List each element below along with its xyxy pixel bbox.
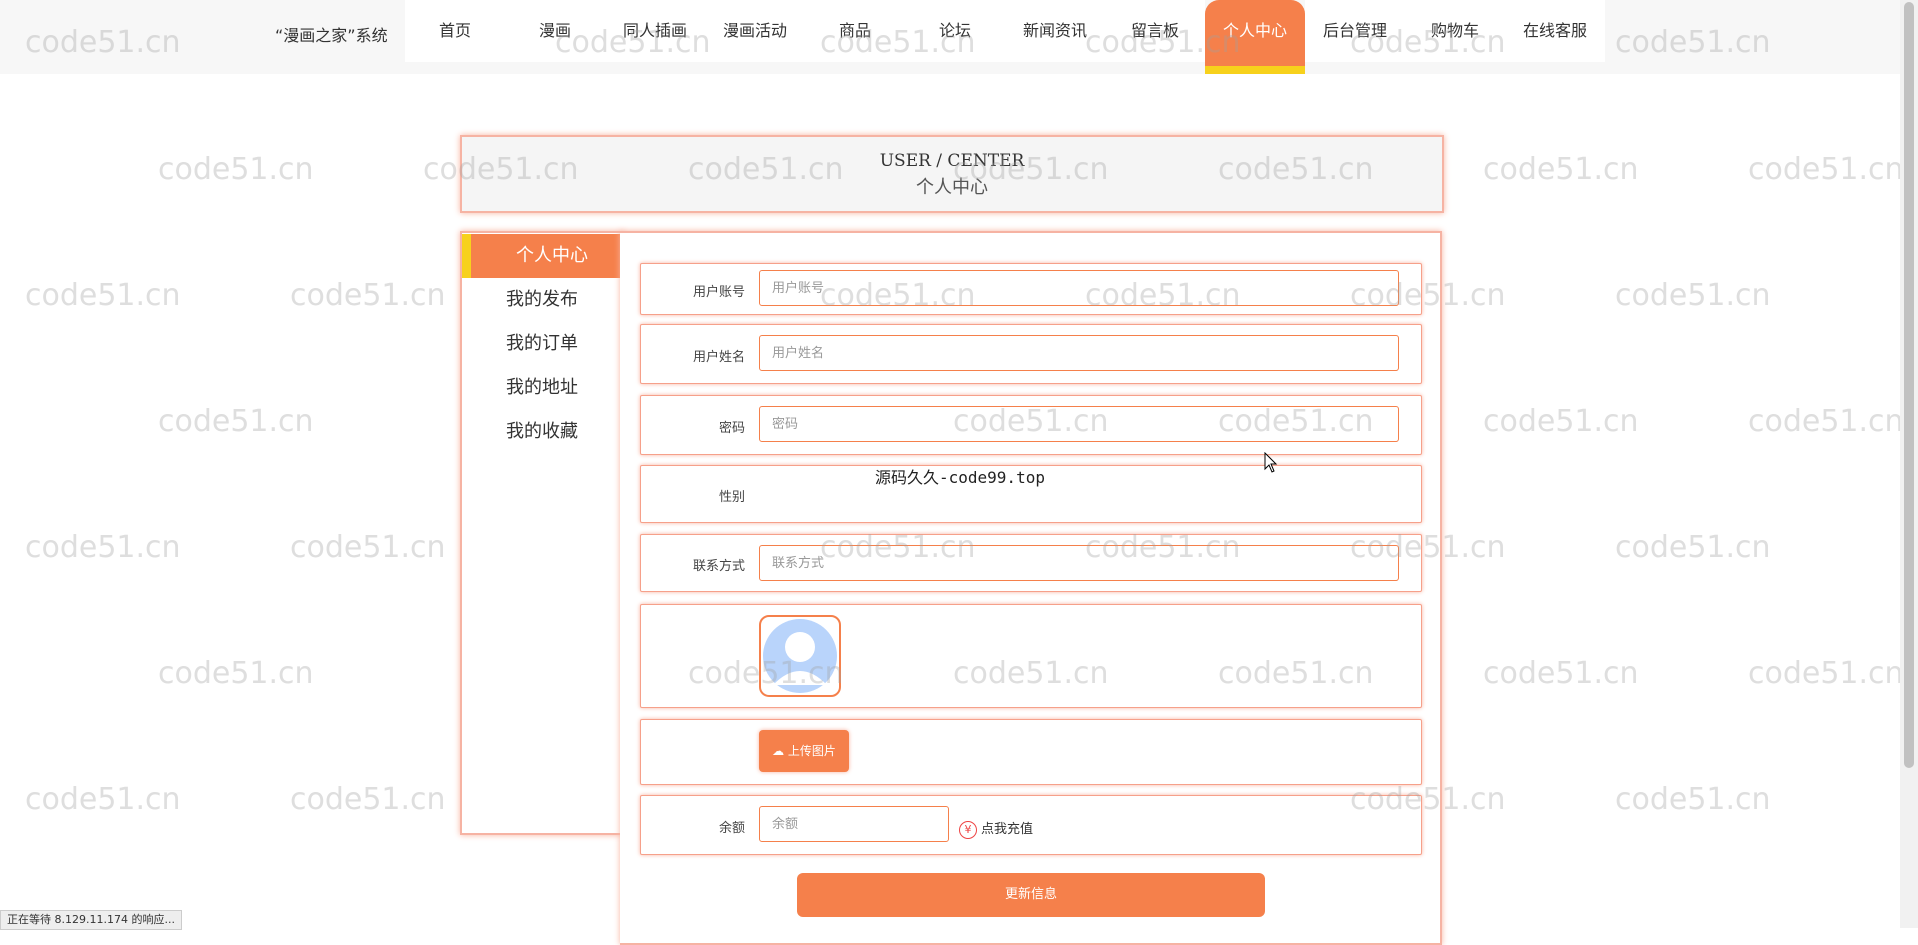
upload-label: 上传图片 xyxy=(787,744,836,758)
recharge-link[interactable]: ¥ 点我充值 xyxy=(959,818,1033,839)
nav-products[interactable]: 商品 xyxy=(805,0,905,62)
sidebar-item-my-address[interactable]: 我的地址 xyxy=(462,366,622,410)
watermark: code51.cn xyxy=(1483,152,1639,187)
nav-home[interactable]: 首页 xyxy=(405,0,505,62)
watermark: code51.cn xyxy=(25,530,181,565)
watermark: code51.cn xyxy=(290,782,446,817)
name-input[interactable] xyxy=(759,335,1399,371)
page-banner: USER / CENTER 个人中心 xyxy=(460,135,1444,213)
brand-title: “漫画之家”系统 xyxy=(275,26,388,45)
nav-cart[interactable]: 购物车 xyxy=(1405,0,1505,62)
nav-comics[interactable]: 漫画 xyxy=(505,0,605,62)
watermark: code51.cn xyxy=(1483,656,1639,691)
source-overlay-text: 源码久久-code99.top xyxy=(875,468,1045,487)
upload-image-button[interactable]: ☁ 上传图片 xyxy=(759,730,849,772)
nav-admin[interactable]: 后台管理 xyxy=(1305,0,1405,62)
contact-input[interactable] xyxy=(759,545,1399,581)
balance-label: 余额 xyxy=(718,821,745,836)
watermark: code51.cn xyxy=(290,530,446,565)
nav-comic-events[interactable]: 漫画活动 xyxy=(705,0,805,62)
watermark: code51.cn xyxy=(1748,152,1904,187)
nav-user-center[interactable]: 个人中心 xyxy=(1205,0,1305,74)
contact-label: 联系方式 xyxy=(692,559,745,574)
cloud-upload-icon: ☁ xyxy=(772,744,785,758)
watermark: code51.cn xyxy=(1615,782,1771,817)
avatar-placeholder-icon xyxy=(763,619,837,693)
watermark: code51.cn xyxy=(158,152,314,187)
balance-input[interactable] xyxy=(759,806,949,842)
update-info-button[interactable]: 更新信息 xyxy=(797,873,1265,917)
account-label: 用户账号 xyxy=(692,285,745,300)
sidebar-item-my-orders[interactable]: 我的订单 xyxy=(462,322,622,366)
browser-status-bar: 正在等待 8.129.11.174 的响应... xyxy=(0,910,182,930)
watermark: code51.cn xyxy=(1748,404,1904,439)
form-row-balance: 余额 ¥ 点我充值 xyxy=(640,795,1422,855)
account-input[interactable] xyxy=(759,270,1399,306)
name-label: 用户姓名 xyxy=(692,350,745,365)
main-nav: 首页 漫画 同人插画 漫画活动 商品 论坛 新闻资讯 留言板 个人中心 后台管理… xyxy=(405,0,1605,74)
user-sidebar: 个人中心 我的发布 我的订单 我的地址 我的收藏 xyxy=(460,231,624,835)
sidebar-item-my-favorites[interactable]: 我的收藏 xyxy=(462,410,622,454)
watermark: code51.cn xyxy=(290,278,446,313)
scrollbar-thumb[interactable] xyxy=(1904,2,1914,768)
watermark: code51.cn xyxy=(1615,278,1771,313)
watermark: code51.cn xyxy=(25,782,181,817)
nav-message-board[interactable]: 留言板 xyxy=(1105,0,1205,62)
nav-news[interactable]: 新闻资讯 xyxy=(1005,0,1105,62)
form-row-avatar xyxy=(640,604,1422,708)
password-input[interactable] xyxy=(759,406,1399,442)
avatar xyxy=(759,615,841,697)
watermark: code51.cn xyxy=(1483,404,1639,439)
watermark: code51.cn xyxy=(158,404,314,439)
nav-customer-service[interactable]: 在线客服 xyxy=(1505,0,1605,62)
watermark: code51.cn xyxy=(25,278,181,313)
form-row-contact: 联系方式 xyxy=(640,534,1422,592)
mouse-cursor-icon xyxy=(1264,452,1278,473)
form-row-upload: ☁ 上传图片 xyxy=(640,719,1422,785)
form-row-account: 用户账号 xyxy=(640,263,1422,315)
watermark: code51.cn xyxy=(158,656,314,691)
sidebar-item-user-center[interactable]: 个人中心 xyxy=(462,234,622,278)
nav-fan-art[interactable]: 同人插画 xyxy=(605,0,705,62)
nav-forum[interactable]: 论坛 xyxy=(905,0,1005,62)
banner-title-en: USER / CENTER xyxy=(879,151,1025,171)
password-label: 密码 xyxy=(718,421,745,436)
recharge-label: 点我充值 xyxy=(981,822,1034,837)
gender-label: 性别 xyxy=(718,490,745,505)
profile-form: 用户账号 用户姓名 密码 性别 联系方式 ☁ 上传图片 余额 xyxy=(620,231,1442,945)
watermark: code51.cn xyxy=(1615,530,1771,565)
banner-title-cn: 个人中心 xyxy=(916,177,988,198)
top-navbar: “漫画之家”系统 首页 漫画 同人插画 漫画活动 商品 论坛 新闻资讯 留言板 … xyxy=(0,0,1900,74)
form-row-name: 用户姓名 xyxy=(640,324,1422,384)
page-scrollbar[interactable] xyxy=(1900,0,1918,928)
form-row-password: 密码 xyxy=(640,395,1422,455)
yen-circle-icon: ¥ xyxy=(959,821,977,839)
sidebar-item-my-posts[interactable]: 我的发布 xyxy=(462,278,622,322)
watermark: code51.cn xyxy=(1748,656,1904,691)
